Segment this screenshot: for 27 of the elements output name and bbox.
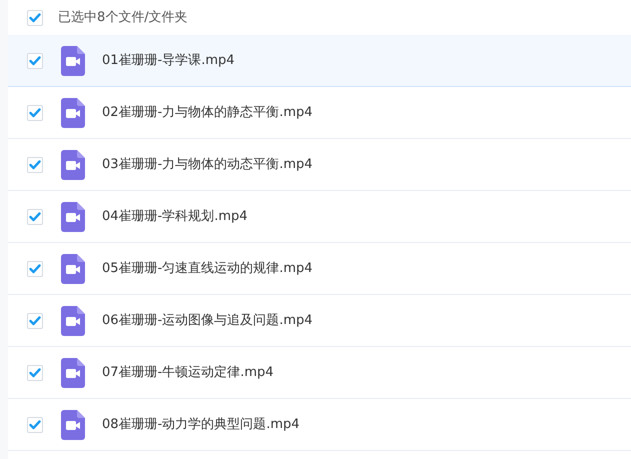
file-name: 04崔珊珊-学科规划.mp4 [102, 208, 248, 226]
video-file-icon [61, 358, 85, 388]
file-name: 08崔珊珊-动力学的典型问题.mp4 [102, 416, 300, 434]
file-name: 03崔珊珊-力与物体的动态平衡.mp4 [102, 156, 313, 174]
video-file-icon [61, 150, 85, 180]
video-file-icon [61, 254, 85, 284]
checkbox[interactable] [27, 208, 43, 224]
checkbox[interactable] [27, 312, 43, 328]
checkbox[interactable] [27, 52, 43, 68]
checkbox[interactable] [27, 416, 43, 432]
file-name: 06崔珊珊-运动图像与追及问题.mp4 [102, 312, 313, 330]
checkbox[interactable] [27, 364, 43, 380]
checkbox[interactable] [27, 156, 43, 172]
file-name: 05崔珊珊-匀速直线运动的规律.mp4 [102, 260, 313, 278]
video-file-icon [61, 46, 85, 76]
checkbox[interactable] [27, 260, 43, 276]
file-name: 01崔珊珊-导学课.mp4 [102, 52, 235, 70]
video-file-icon [61, 306, 85, 336]
file-name: 07崔珊珊-牛顿运动定律.mp4 [102, 364, 274, 382]
selection-count: 已选中8个文件/文件夹 [58, 8, 188, 27]
checkbox[interactable] [27, 104, 43, 120]
video-file-icon [61, 98, 85, 128]
checkbox[interactable] [27, 10, 43, 26]
video-file-icon [61, 410, 85, 440]
file-row[interactable]: 01崔珊珊-导学课.mp4 [8, 35, 631, 87]
video-file-icon [61, 202, 85, 232]
file-name: 02崔珊珊-力与物体的静态平衡.mp4 [102, 104, 313, 122]
